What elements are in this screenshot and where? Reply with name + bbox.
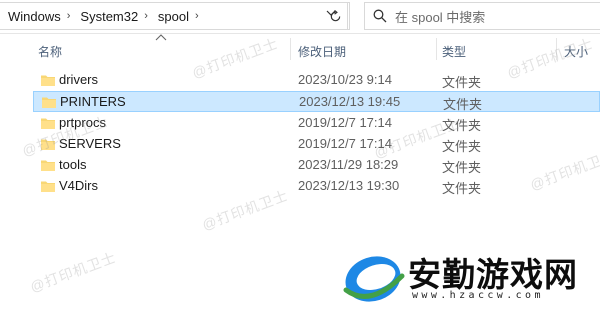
file-date: 2023/11/29 18:29 (298, 157, 399, 172)
breadcrumb-spool[interactable]: spool (150, 9, 193, 24)
file-type: 文件夹 (442, 75, 482, 90)
logo-swoosh-icon (343, 256, 405, 302)
file-date: 2019/12/7 17:14 (298, 136, 392, 151)
file-name: drivers (59, 72, 99, 87)
file-date: 2023/10/23 9:14 (298, 72, 392, 87)
file-type: 文件夹 (442, 181, 482, 196)
file-row-servers[interactable]: SERVERS 2019/12/7 17:14 文件夹 (33, 134, 600, 155)
folder-icon (41, 118, 55, 129)
file-date: 2019/12/7 17:14 (298, 115, 392, 130)
search-icon[interactable] (365, 9, 395, 23)
column-header-row: 名称 修改日期 类型 大小 (0, 38, 600, 62)
file-row-tools[interactable]: tools 2023/11/29 18:29 文件夹 (33, 155, 600, 176)
column-header-modified[interactable]: 修改日期 (298, 43, 346, 60)
address-bar[interactable]: Windows › System32 › spool › (0, 2, 348, 30)
toolbar: Windows › System32 › spool › 在 spool 中搜索 (0, 0, 600, 34)
refresh-button[interactable] (322, 2, 350, 30)
column-header-type[interactable]: 类型 (442, 43, 466, 60)
folder-icon (41, 181, 55, 192)
chevron-right-icon[interactable]: › (193, 10, 201, 22)
file-type: 文件夹 (442, 160, 482, 175)
search-box[interactable]: 在 spool 中搜索 (364, 2, 600, 30)
file-row-prtprocs[interactable]: prtprocs 2019/12/7 17:14 文件夹 (33, 113, 600, 134)
file-type: 文件夹 (442, 118, 482, 133)
column-divider[interactable] (290, 38, 291, 60)
file-name: tools (59, 157, 87, 172)
search-placeholder[interactable]: 在 spool 中搜索 (395, 7, 485, 26)
breadcrumb-windows[interactable]: Windows (0, 9, 65, 24)
chevron-right-icon[interactable]: › (65, 10, 73, 22)
file-name: prtprocs (59, 115, 106, 130)
file-name: SERVERS (59, 136, 121, 151)
logo-url: www.hzaccw.com (412, 290, 544, 301)
folder-icon (42, 97, 56, 108)
file-date: 2023/12/13 19:45 (299, 94, 401, 109)
file-type: 文件夹 (442, 139, 482, 154)
file-row-drivers[interactable]: drivers 2023/10/23 9:14 文件夹 (33, 70, 600, 91)
file-row-printers[interactable]: PRINTERS 2023/12/13 19:45 文件夹 (33, 91, 600, 112)
file-row-v4dirs[interactable]: V4Dirs 2023/12/13 19:30 文件夹 (33, 176, 600, 197)
refresh-icon (330, 9, 341, 21)
column-header-size[interactable]: 大小 (564, 43, 588, 60)
folder-icon (41, 75, 55, 86)
file-date: 2023/12/13 19:30 (298, 178, 400, 193)
watermark-text: @打印机卫士 (27, 249, 119, 295)
breadcrumb-system32[interactable]: System32 (72, 9, 142, 24)
chevron-right-icon[interactable]: › (142, 10, 150, 22)
column-divider[interactable] (436, 38, 437, 60)
file-name: PRINTERS (60, 94, 126, 109)
file-type: 文件夹 (443, 97, 483, 112)
folder-icon (41, 139, 55, 150)
site-logo: 安勤游戏网 www.hzaccw.com (336, 240, 600, 309)
column-header-name[interactable]: 名称 (38, 43, 62, 60)
column-divider[interactable] (556, 38, 557, 60)
folder-icon (41, 160, 55, 171)
logo-title: 安勤游戏网 (408, 255, 578, 294)
file-name: V4Dirs (59, 178, 99, 193)
